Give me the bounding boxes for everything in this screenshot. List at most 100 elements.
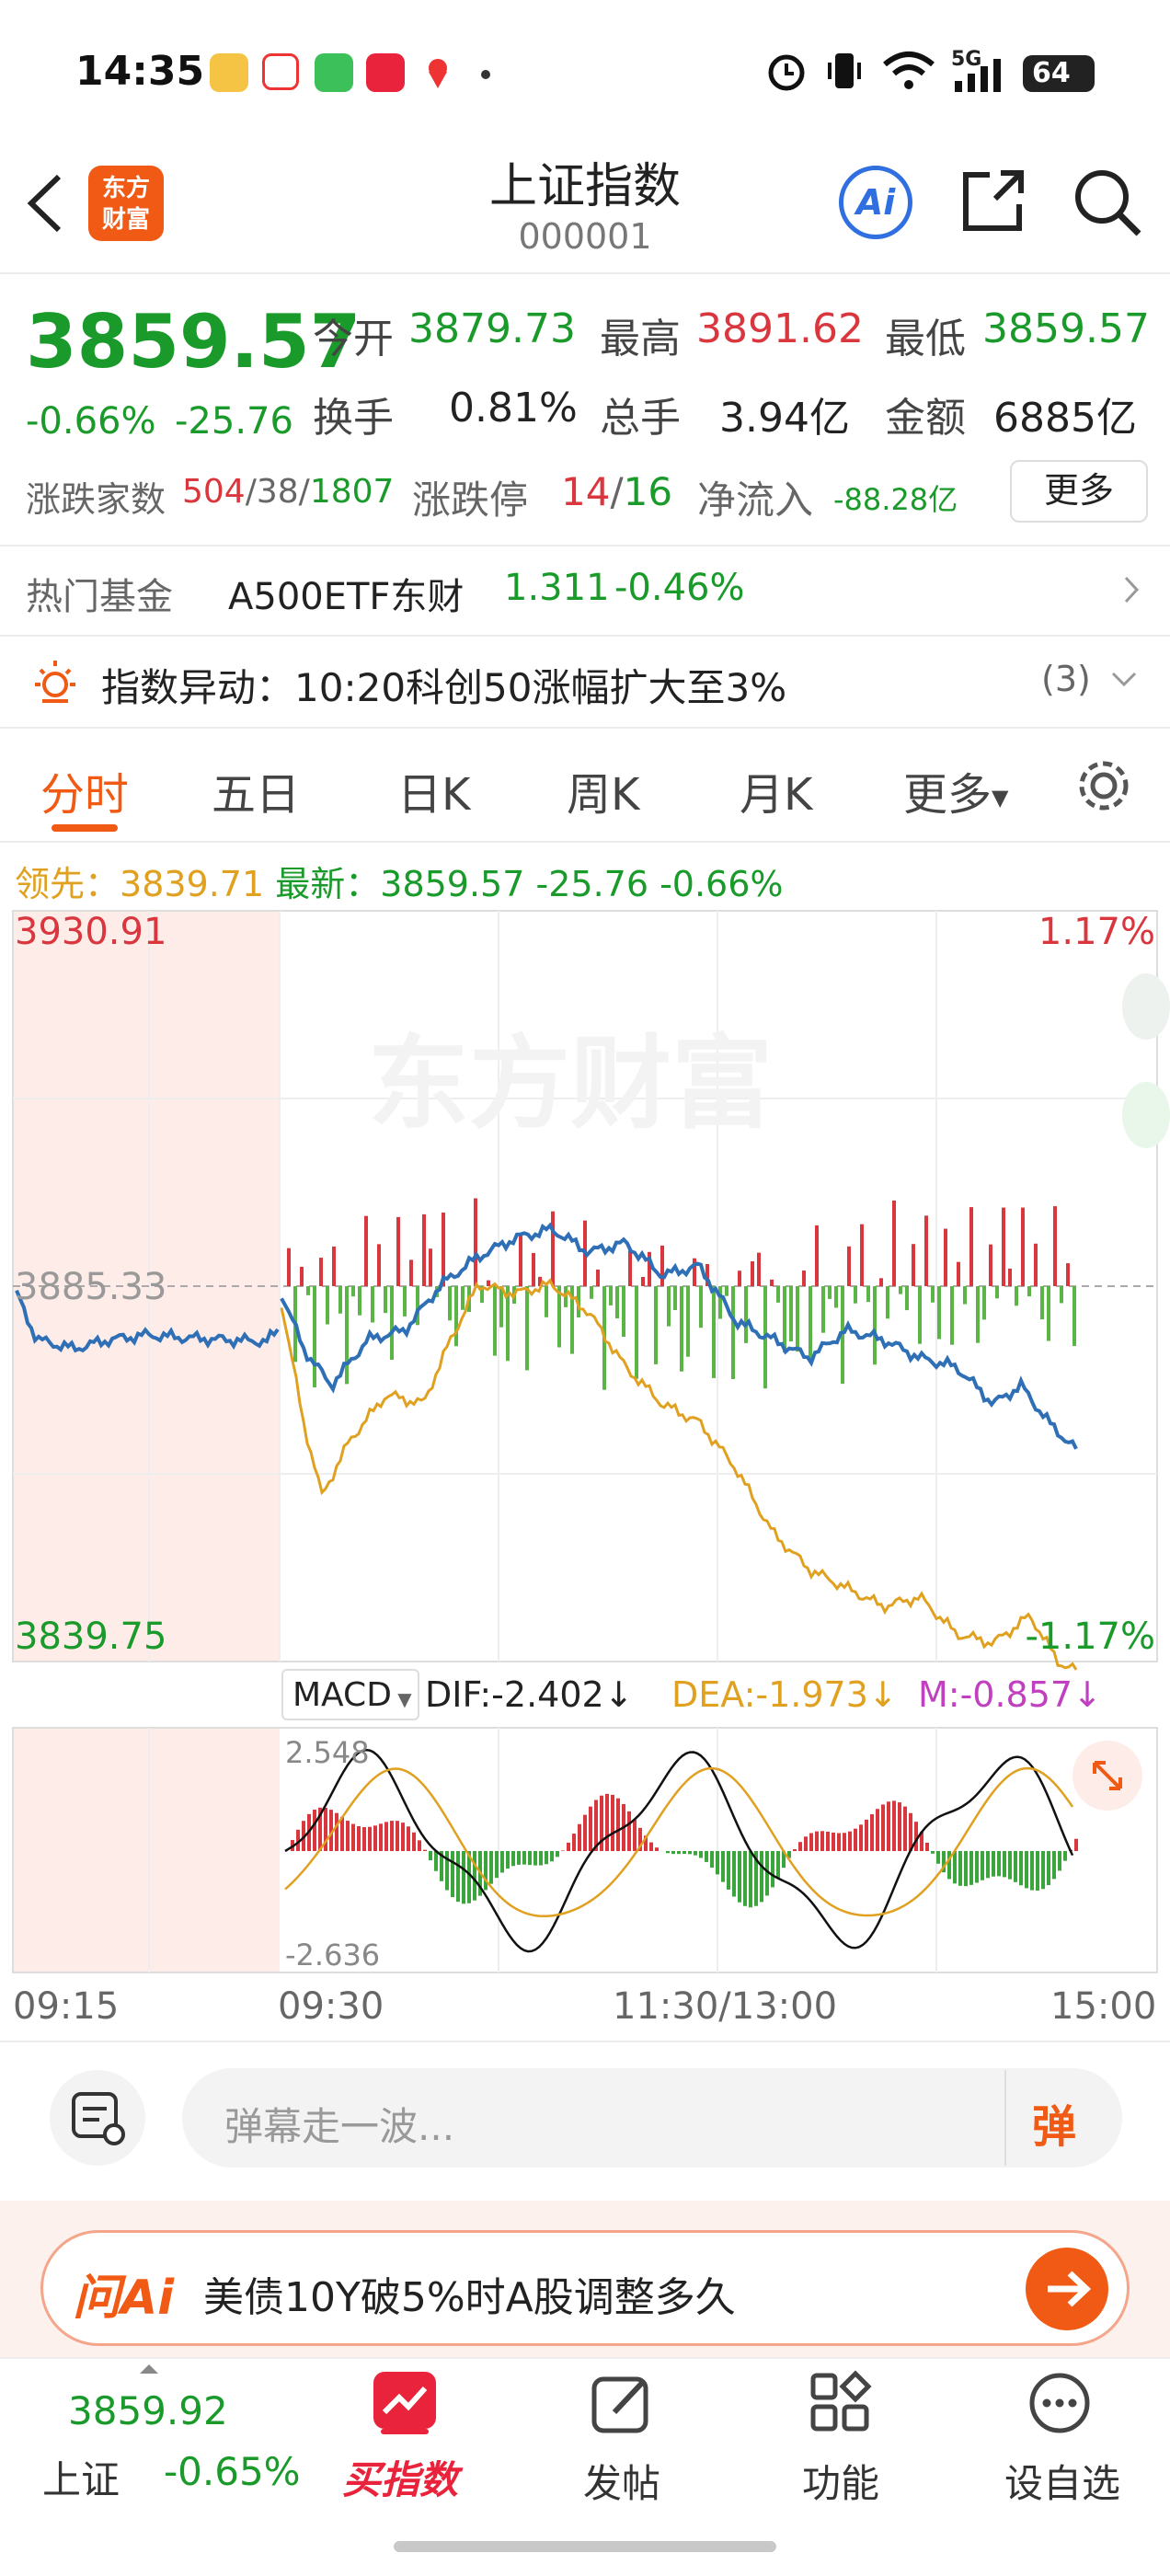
ai-question-bar[interactable]: 问Ai 美债10Y破5%时A股调整多久 <box>40 2230 1130 2346</box>
macd-bar <box>859 1824 863 1851</box>
volume-bar <box>770 1279 774 1286</box>
more-quote-button[interactable]: 更多 <box>1010 460 1148 523</box>
y-top-label: 3930.91 <box>15 911 166 953</box>
volume-bar <box>409 1259 413 1286</box>
volume-bar <box>873 1286 877 1365</box>
active-tab-indicator <box>52 824 118 832</box>
volume-bar <box>622 1286 625 1337</box>
volume-bar <box>892 1200 896 1286</box>
nav-index-change[interactable]: -0.65% <box>164 2449 301 2494</box>
macd-bar <box>401 1823 405 1851</box>
macd-bar <box>909 1812 912 1851</box>
volume-bar <box>609 1286 613 1305</box>
volume-bar <box>686 1286 690 1357</box>
turnover-label: 换手 <box>313 395 394 442</box>
indicator-select[interactable]: MACD ▼ <box>281 1669 419 1720</box>
macd-bar <box>958 1851 962 1886</box>
volume-bar <box>982 1286 986 1320</box>
volume-bar <box>712 1286 716 1378</box>
signal-icon <box>955 59 1001 92</box>
ai-assistant-button[interactable]: Ai <box>839 166 912 239</box>
danmu-input[interactable]: 弹幕走一波... 弹 <box>182 2068 1122 2168</box>
volume-bar <box>924 1215 928 1286</box>
macd-bar <box>804 1836 808 1851</box>
limit-values: 14/16 <box>561 469 673 514</box>
search-icon[interactable] <box>1071 166 1144 239</box>
volume-bar <box>995 1286 999 1299</box>
macd-bar <box>986 1851 990 1879</box>
tab-monthly-k[interactable]: 月K <box>740 758 812 822</box>
volume-bar <box>654 1286 658 1364</box>
tab-five-day[interactable]: 五日 <box>212 758 300 822</box>
macd-bar <box>992 1851 995 1877</box>
volume-bar <box>796 1286 799 1352</box>
sun-alert-icon <box>35 661 75 703</box>
volume-bar <box>660 1245 664 1286</box>
volume-bar <box>776 1286 780 1303</box>
volume-bar <box>300 1266 304 1286</box>
volume-bar <box>1066 1263 1070 1286</box>
volume-bar <box>525 1286 529 1371</box>
nav-buy-index[interactable]: 买指数 <box>340 2370 469 2517</box>
volume-bar <box>731 1286 735 1379</box>
tab-intraday[interactable]: 分时 <box>40 758 129 822</box>
ai-brand: 问Ai <box>73 2271 175 2326</box>
nav-buy-label: 买指数 <box>342 2457 459 2502</box>
macd-bar <box>545 1851 548 1865</box>
volume-bar <box>899 1286 902 1294</box>
xiaohongshu-icon <box>366 53 405 92</box>
change-percent: -0.66% <box>26 400 156 443</box>
breadth-down: 1807 <box>309 473 395 511</box>
time-label-noon: 11:30/13:00 <box>613 1985 838 2028</box>
volume-bar <box>422 1213 426 1286</box>
danmu-placeholder: 弹幕走一波... <box>224 2104 455 2149</box>
ai-submit-button[interactable] <box>1026 2248 1108 2330</box>
tab-more[interactable]: 更多▼ <box>903 758 1008 822</box>
macd-bar <box>533 1851 537 1866</box>
tab-daily-k[interactable]: 日K <box>397 758 470 822</box>
nav-index-name[interactable]: 上证 <box>42 2449 120 2505</box>
volume-bar <box>454 1286 458 1347</box>
volume-bar <box>1027 1286 1031 1297</box>
hot-fund-change: -0.46% <box>614 567 745 609</box>
macd-chart[interactable]: 2.548 -2.636 <box>0 1726 1170 1980</box>
side-tab-1[interactable] <box>1122 973 1170 1040</box>
volume-bar <box>474 1198 477 1286</box>
gear-icon[interactable] <box>1074 756 1133 815</box>
volume-bar <box>461 1286 465 1310</box>
tab-weekly-k[interactable]: 周K <box>567 758 639 822</box>
macd-bar <box>335 1812 338 1851</box>
nav-function[interactable]: 功能 <box>780 2370 900 2517</box>
volume-bar <box>635 1286 638 1379</box>
home-indicator <box>394 2541 776 2552</box>
dif-value: DIF:-2.402↓ <box>425 1674 634 1715</box>
macd-bar <box>710 1851 714 1868</box>
macd-bar <box>694 1851 697 1856</box>
index-alert-row[interactable]: 指数异动：10:20科创50涨幅扩大至3% (3) <box>0 637 1170 727</box>
volume-bar <box>751 1261 754 1286</box>
macd-bar <box>981 1851 984 1880</box>
breadth-label: 涨跌家数 <box>26 479 166 520</box>
volume-bar <box>532 1252 535 1286</box>
divider <box>0 841 1170 843</box>
share-icon[interactable] <box>958 166 1028 236</box>
hot-fund-row[interactable]: 热门基金 A500ETF东财 1.311 -0.46% <box>0 546 1170 635</box>
nav-index-value[interactable]: 3859.92 <box>68 2388 228 2433</box>
side-tab-2[interactable] <box>1122 1082 1170 1148</box>
macd-bar <box>489 1851 493 1884</box>
weibo-alt-icon <box>262 53 299 90</box>
macd-bar <box>865 1819 868 1851</box>
volume-bar <box>815 1225 819 1286</box>
macd-bar <box>368 1826 372 1851</box>
macd-bar <box>340 1816 344 1851</box>
nav-add-watchlist[interactable]: 设自选 <box>995 2370 1124 2517</box>
macd-bar <box>561 1850 565 1851</box>
macd-bar <box>953 1851 957 1884</box>
danmu-toggle[interactable]: 弹 <box>1032 2090 1076 2155</box>
latest-pct: -0.66% <box>660 864 784 904</box>
danmu-settings-button[interactable] <box>50 2070 145 2166</box>
intraday-chart[interactable]: 东方财富 3930.91 3885.33 3839.75 1.17% -1.17… <box>0 907 1170 1671</box>
volume-bar <box>976 1286 980 1343</box>
macd-bar <box>798 1842 802 1851</box>
nav-post[interactable]: 发帖 <box>561 2370 681 2517</box>
